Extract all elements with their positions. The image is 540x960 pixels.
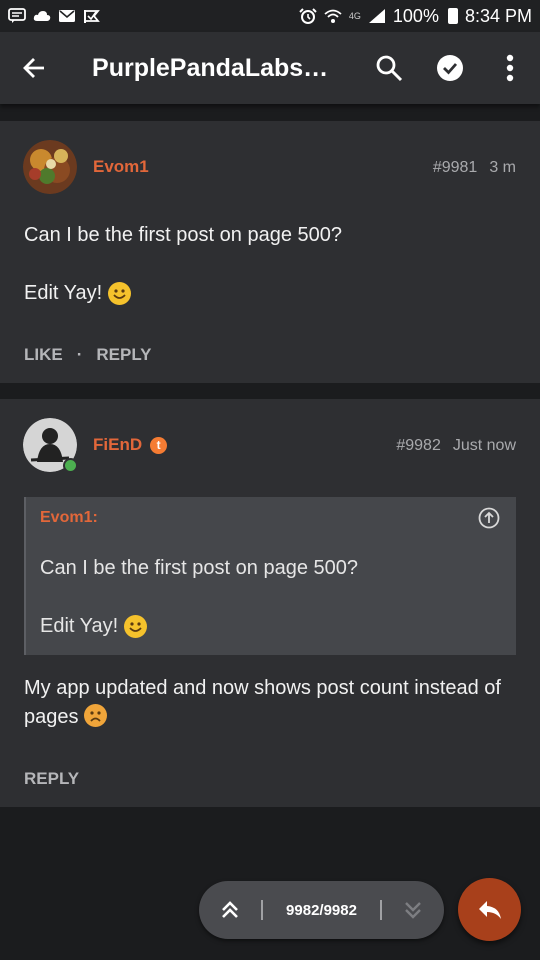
post-pager: 9982/9982: [199, 881, 444, 939]
post-body: Can I be the first post on page 500? Edi…: [24, 221, 516, 308]
app-bar: PurplePandaLabs…: [0, 32, 540, 104]
post-card: FiEnD t #9982 Just now Evom1: Can I be t…: [0, 399, 540, 807]
reply-fab-button[interactable]: [458, 878, 521, 941]
reply-button[interactable]: REPLY: [96, 345, 151, 365]
jump-to-bottom-button[interactable]: [382, 881, 444, 939]
double-chevron-down-icon: [405, 902, 421, 919]
alarm-icon: [299, 8, 317, 24]
battery-percent: 100%: [392, 5, 439, 26]
more-vert-icon: [506, 54, 514, 82]
post-card: Evom1 #9981 3 m Can I be the first post …: [0, 121, 540, 383]
quote-author: Evom1:: [40, 509, 98, 526]
post-author-row: FiEnD t: [93, 435, 168, 455]
post-time: 3 m: [489, 159, 516, 176]
post-meta: #9981 3 m: [433, 159, 516, 177]
quote-line: Edit Yay!: [40, 615, 119, 637]
check-circle-icon: [436, 55, 463, 81]
user-badge: t: [150, 436, 168, 454]
online-status-indicator: [63, 458, 78, 473]
post-body: My app updated and now shows post count …: [24, 674, 516, 732]
like-button[interactable]: LIKE: [24, 345, 63, 365]
jump-to-top-button[interactable]: [199, 881, 261, 939]
post-author[interactable]: Evom1: [93, 157, 149, 177]
avatar[interactable]: [23, 140, 77, 194]
quote-block[interactable]: Evom1: Can I be the first post on page 5…: [24, 497, 516, 655]
more-options-button[interactable]: [480, 32, 540, 104]
chat-icon: [8, 8, 26, 24]
wifi-icon: [324, 8, 342, 24]
search-button[interactable]: [359, 32, 419, 104]
post-number[interactable]: #9981: [433, 159, 478, 177]
quote-line: Can I be the first post on page 500?: [40, 557, 358, 579]
post-body-line: Edit Yay!: [24, 282, 103, 304]
post-meta: #9982 Just now: [396, 437, 516, 455]
double-chevron-up-icon: [222, 901, 238, 918]
status-bar: 4G 100% 8:34 PM: [0, 0, 540, 32]
post-time: Just now: [452, 437, 516, 454]
post-count[interactable]: 9982/9982: [263, 902, 380, 919]
post-number[interactable]: #9982: [396, 437, 441, 455]
sad-emoji-icon: [84, 704, 108, 727]
back-arrow-icon: [23, 58, 44, 78]
search-icon: [376, 55, 403, 82]
post-actions: REPLY: [24, 769, 79, 789]
signal-icon: [368, 8, 386, 24]
battery-icon: [447, 8, 458, 24]
quote-body: Can I be the first post on page 500? Edi…: [40, 554, 358, 641]
clock-time: 8:34 PM: [464, 5, 532, 26]
page-title: PurplePandaLabs…: [92, 53, 329, 82]
reply-button[interactable]: REPLY: [24, 769, 79, 789]
avatar[interactable]: [23, 418, 78, 473]
network-type: 4G: [348, 11, 361, 21]
mail-icon: [58, 8, 76, 24]
cloud-icon: [33, 8, 51, 24]
back-button[interactable]: [0, 32, 70, 104]
reply-icon: [478, 900, 501, 919]
action-separator: ·: [76, 345, 83, 364]
post-actions: LIKE · REPLY: [24, 345, 152, 365]
mark-read-button[interactable]: [419, 32, 479, 104]
post-body-line: Can I be the first post on page 500?: [24, 224, 342, 246]
post-author[interactable]: FiEnD: [93, 435, 142, 455]
smile-emoji-icon: [108, 282, 132, 305]
arrow-up-circle-icon[interactable]: [478, 507, 500, 529]
smile-emoji-icon: [124, 615, 148, 638]
check-flag-icon: [83, 8, 101, 24]
